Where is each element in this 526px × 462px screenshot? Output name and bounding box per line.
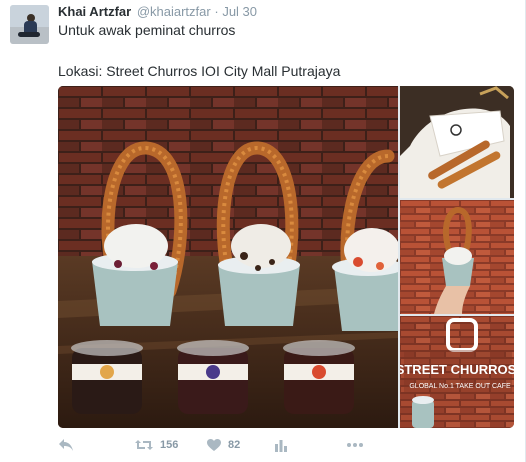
- retweet-icon: [134, 438, 154, 452]
- media-grid: STREET CHURROS GLOBAL No.1 TAKE OUT CAFE: [58, 86, 514, 428]
- reply-button[interactable]: [58, 434, 74, 456]
- heart-icon: [206, 438, 222, 452]
- tweet-text-line-2: Lokasi: Street Churros IOI City Mall Put…: [58, 63, 341, 79]
- more-icon: [346, 442, 364, 448]
- retweet-count: 156: [160, 439, 179, 451]
- shop-sign-title: STREET CHURROS: [400, 362, 514, 377]
- author-handle[interactable]: @khaiartzfar: [137, 4, 211, 19]
- like-button[interactable]: 82: [206, 434, 240, 456]
- photo-side-1[interactable]: [400, 86, 514, 198]
- retweet-button[interactable]: 156: [134, 434, 178, 456]
- photo-side-3-image: STREET CHURROS GLOBAL No.1 TAKE OUT CAFE: [400, 316, 514, 428]
- avatar[interactable]: [10, 5, 49, 44]
- analytics-button[interactable]: [274, 434, 288, 456]
- like-count: 82: [228, 439, 241, 451]
- photo-side-1-image: [400, 86, 514, 198]
- shop-sign-subtitle: GLOBAL No.1 TAKE OUT CAFE: [409, 383, 511, 390]
- photo-side-3[interactable]: STREET CHURROS GLOBAL No.1 TAKE OUT CAFE: [400, 316, 514, 428]
- tweet-timestamp[interactable]: Jul 30: [222, 4, 257, 19]
- photo-side-2[interactable]: [400, 200, 514, 314]
- author-name[interactable]: Khai Artzfar: [58, 4, 131, 19]
- photo-side-2-image: [400, 200, 514, 314]
- photo-main[interactable]: [58, 86, 398, 428]
- reply-icon: [58, 438, 74, 452]
- analytics-icon: [274, 438, 288, 452]
- tweet-header: Khai Artzfar @khaiartzfar · Jul 30: [58, 4, 257, 20]
- more-button[interactable]: [346, 434, 364, 456]
- photo-main-image: [58, 86, 398, 428]
- tweet-card: Khai Artzfar @khaiartzfar · Jul 30 Untuk…: [0, 0, 526, 462]
- tweet-text-line-1: Untuk awak peminat churros: [58, 22, 236, 38]
- tweet-actions: 156 82: [58, 434, 518, 456]
- header-separator: ·: [214, 4, 219, 19]
- avatar-legs: [18, 32, 40, 37]
